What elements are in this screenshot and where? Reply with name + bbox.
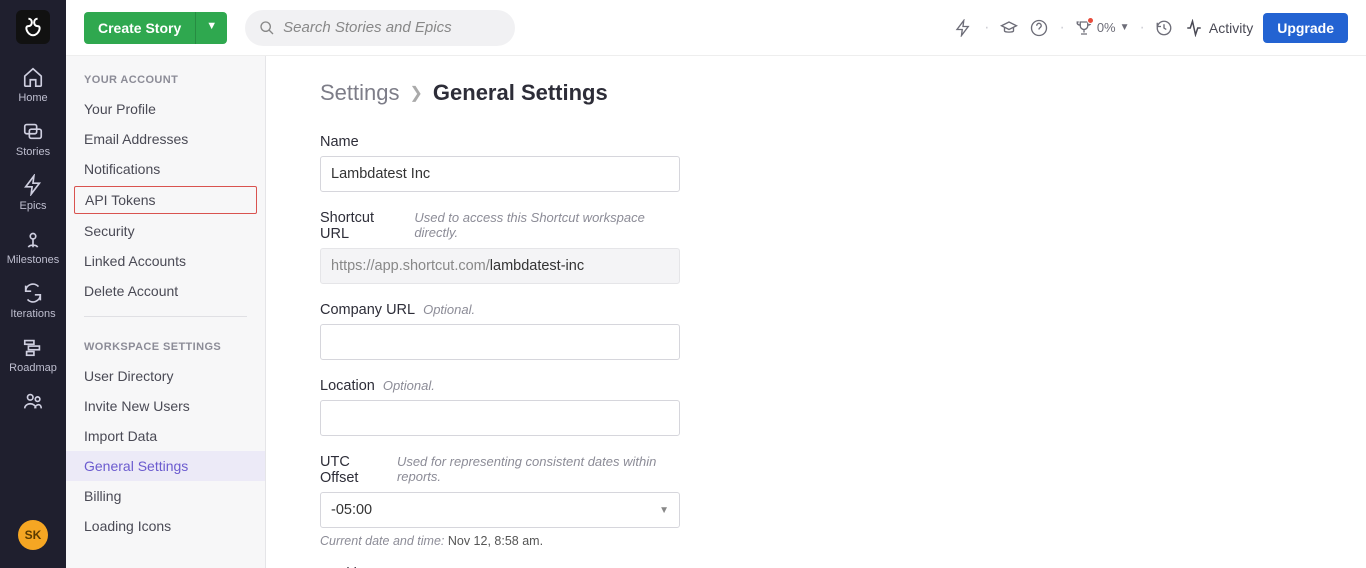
- location-input[interactable]: [320, 400, 680, 436]
- settings-sidebar: YOUR ACCOUNT Your Profile Email Addresse…: [66, 0, 266, 568]
- progress-trophy[interactable]: 0% ▼: [1075, 19, 1130, 37]
- create-story-caret[interactable]: ▼: [195, 12, 227, 44]
- side-import-data[interactable]: Import Data: [66, 421, 265, 451]
- side-your-profile[interactable]: Your Profile: [66, 94, 265, 124]
- iterations-icon: [22, 282, 44, 304]
- shortcut-url-label: Shortcut URL: [320, 210, 406, 242]
- rail-label: Home: [18, 92, 47, 104]
- top-bar: Create Story ▼ Search Stories and Epics …: [66, 0, 1366, 56]
- account-section-label: YOUR ACCOUNT: [66, 60, 265, 94]
- user-avatar[interactable]: SK: [18, 520, 48, 550]
- search-placeholder: Search Stories and Epics: [283, 19, 451, 36]
- notification-dot: [1087, 17, 1094, 24]
- side-billing[interactable]: Billing: [66, 481, 265, 511]
- nav-rail: Home Stories Epics Milestones Iterations…: [0, 0, 66, 568]
- side-loading-icons[interactable]: Loading Icons: [66, 511, 265, 541]
- progress-percent: 0%: [1097, 20, 1116, 35]
- rail-iterations[interactable]: Iterations: [0, 274, 66, 328]
- side-email-addresses[interactable]: Email Addresses: [66, 124, 265, 154]
- rail-label: Iterations: [10, 308, 55, 320]
- shortcut-url-hint: Used to access this Shortcut workspace d…: [414, 210, 690, 240]
- rail-epics[interactable]: Epics: [0, 166, 66, 220]
- rail-home[interactable]: Home: [0, 58, 66, 112]
- rail-label: Stories: [16, 146, 50, 158]
- side-delete-account[interactable]: Delete Account: [66, 276, 265, 306]
- rail-team[interactable]: [0, 382, 66, 424]
- utc-offset-hint: Used for representing consistent dates w…: [397, 454, 690, 484]
- chevron-right-icon: ❯: [410, 83, 423, 103]
- side-user-directory[interactable]: User Directory: [66, 361, 265, 391]
- search-icon: [259, 20, 275, 36]
- name-input[interactable]: [320, 156, 680, 192]
- name-label: Name: [320, 134, 359, 150]
- side-security[interactable]: Security: [66, 216, 265, 246]
- upgrade-button[interactable]: Upgrade: [1263, 13, 1348, 43]
- stories-icon: [22, 120, 44, 142]
- help-icon[interactable]: [1030, 19, 1050, 37]
- rail-label: Milestones: [7, 254, 60, 266]
- utc-offset-select[interactable]: -05:00 ▼: [320, 492, 680, 528]
- workspace-section-label: WORKSPACE SETTINGS: [66, 327, 265, 361]
- company-url-label: Company URL: [320, 302, 415, 318]
- side-api-tokens[interactable]: API Tokens: [74, 186, 257, 214]
- location-hint: Optional.: [383, 378, 435, 393]
- company-url-input[interactable]: [320, 324, 680, 360]
- milestones-icon: [22, 228, 44, 250]
- rail-label: Epics: [20, 200, 47, 212]
- utc-offset-label: UTC Offset: [320, 454, 389, 486]
- app-logo[interactable]: [16, 10, 50, 44]
- breadcrumb: Settings ❯ General Settings: [320, 80, 1312, 106]
- search-input[interactable]: Search Stories and Epics: [245, 10, 515, 46]
- rail-milestones[interactable]: Milestones: [0, 220, 66, 274]
- create-story-label[interactable]: Create Story: [84, 12, 195, 44]
- bolt-icon[interactable]: [954, 19, 974, 37]
- rail-label: Roadmap: [9, 362, 57, 374]
- activity-icon: [1185, 19, 1203, 37]
- rail-roadmap[interactable]: Roadmap: [0, 328, 66, 382]
- company-url-hint: Optional.: [423, 302, 475, 317]
- breadcrumb-root[interactable]: Settings: [320, 80, 400, 106]
- home-icon: [22, 66, 44, 88]
- side-linked-accounts[interactable]: Linked Accounts: [66, 246, 265, 276]
- side-general-settings[interactable]: General Settings: [66, 451, 265, 481]
- team-icon: [22, 390, 44, 412]
- breadcrumb-current: General Settings: [433, 80, 608, 106]
- history-icon[interactable]: [1155, 19, 1175, 37]
- side-notifications[interactable]: Notifications: [66, 154, 265, 184]
- chevron-down-icon: ▼: [1120, 22, 1130, 33]
- main-content: Settings ❯ General Settings Name Shortcu…: [266, 0, 1366, 568]
- activity-link[interactable]: Activity: [1185, 19, 1253, 37]
- epics-icon: [22, 174, 44, 196]
- side-invite-users[interactable]: Invite New Users: [66, 391, 265, 421]
- create-story-button[interactable]: Create Story ▼: [84, 12, 227, 44]
- chevron-down-icon: ▼: [659, 505, 669, 516]
- current-time-note: Current date and time: Nov 12, 8:58 am.: [320, 534, 690, 548]
- roadmap-icon: [22, 336, 44, 358]
- location-label: Location: [320, 378, 375, 394]
- shortcut-url-box[interactable]: https://app.shortcut.com/lambdatest-inc: [320, 248, 680, 284]
- rail-stories[interactable]: Stories: [0, 112, 66, 166]
- education-icon[interactable]: [1000, 19, 1020, 37]
